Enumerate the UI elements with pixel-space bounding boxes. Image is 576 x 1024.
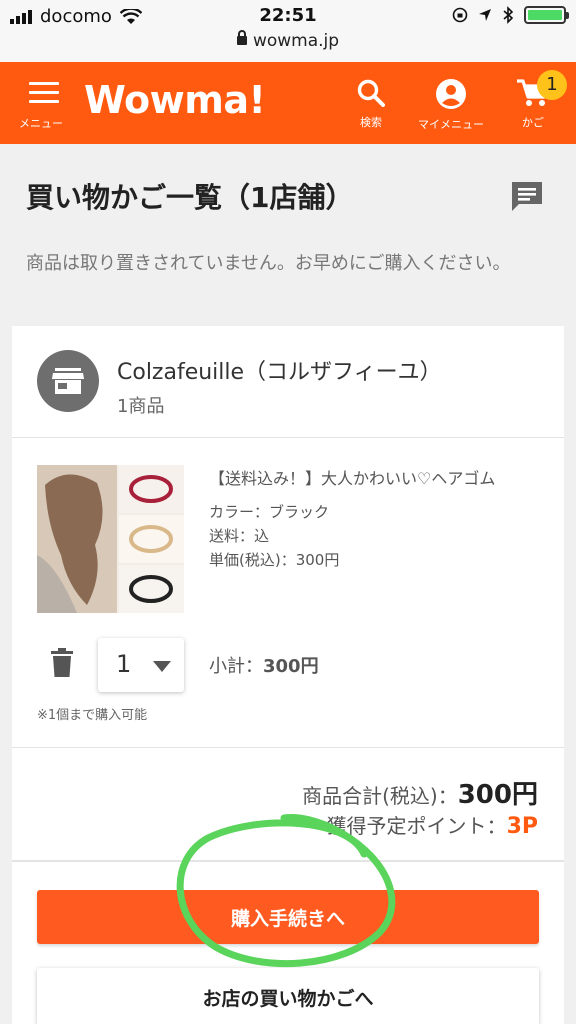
- total-label: 商品合計(税込)：: [302, 784, 458, 808]
- lock-icon: [236, 30, 247, 45]
- points-label: 獲得予定ポイント：: [326, 814, 507, 838]
- search-label: 検索: [360, 116, 382, 129]
- quantity-value: 1: [116, 650, 132, 678]
- item-subtotal: 小計：300円: [209, 652, 319, 678]
- product-color: カラー：ブラック: [209, 503, 330, 521]
- shop-name[interactable]: Colzafeuille（コルザフィーユ）: [117, 354, 442, 386]
- chat-icon[interactable]: [510, 180, 544, 212]
- cart-count-badge: 1: [537, 70, 567, 100]
- page-title: 買い物かご一覧（1店舗）: [26, 181, 354, 214]
- shop-cart-button[interactable]: お店の買い物かごへ: [37, 968, 539, 1024]
- status-icons: [452, 6, 569, 24]
- location-icon: [479, 9, 491, 21]
- hamburger-icon: [29, 82, 59, 104]
- quantity-select[interactable]: 1: [98, 638, 184, 692]
- trash-icon[interactable]: [50, 648, 74, 678]
- subtotal-label: 小計：: [209, 656, 263, 677]
- order-totals: 商品合計(税込)：300円 獲得予定ポイント：3P: [12, 748, 564, 862]
- mymenu-label: マイメニュー: [418, 118, 484, 131]
- search-button[interactable]: 検索: [350, 78, 392, 130]
- shop-item-count: 1商品: [117, 396, 165, 417]
- search-icon: [357, 79, 385, 107]
- checkout-button[interactable]: 購入手続きへ: [37, 890, 539, 944]
- shop-header[interactable]: Colzafeuille（コルザフィーユ） 1商品: [12, 326, 564, 438]
- reward-points: 獲得予定ポイント：3P: [327, 810, 538, 839]
- mymenu-button[interactable]: マイメニュー: [413, 78, 489, 132]
- product-details: カラー：ブラック 送料：込 単価(税込)：300円: [209, 500, 339, 572]
- purchase-limit-note: ※1個まで購入可能: [37, 708, 148, 723]
- site-header: メニュー Wowma! 検索 マイメニュー かご: [0, 62, 576, 144]
- product-title[interactable]: 【送料込み！】大人かわいい♡ヘアゴム: [209, 465, 495, 489]
- reservation-notice: 商品は取り置きされていません。お早めにご購入ください。: [26, 253, 511, 274]
- status-bar: docomo 22:51 wowma.jp: [0, 0, 576, 62]
- shop-cart-card: Colzafeuille（コルザフィーユ） 1商品 【送料込み！】大人かわいい♡…: [12, 326, 564, 1024]
- total-price: 商品合計(税込)：300円: [302, 774, 538, 811]
- cart-item: 【送料込み！】大人かわいい♡ヘアゴム カラー：ブラック 送料：込 単価(税込)：…: [12, 438, 564, 748]
- rotation-lock-icon: [452, 7, 468, 23]
- product-image[interactable]: [37, 465, 184, 613]
- store-icon: [52, 368, 84, 394]
- site-logo[interactable]: Wowma!: [84, 78, 266, 122]
- menu-button[interactable]: メニュー: [19, 82, 66, 131]
- points-value: 3P: [506, 814, 538, 839]
- account-icon: [436, 79, 466, 109]
- product-unit-price: 単価(税込)：300円: [209, 551, 340, 569]
- menu-label: メニュー: [19, 117, 63, 130]
- cart-label: かご: [522, 116, 544, 129]
- bluetooth-icon: [503, 6, 514, 24]
- battery-icon: [524, 6, 569, 24]
- subtotal-value: 300円: [263, 656, 319, 677]
- url-text: wowma.jp: [252, 31, 340, 51]
- address-bar[interactable]: wowma.jp: [0, 30, 576, 51]
- total-value: 300円: [457, 780, 538, 810]
- shop-avatar: [37, 350, 99, 412]
- battery-fill: [528, 10, 562, 20]
- product-shipping: 送料：込: [209, 527, 270, 545]
- chevron-down-icon: [153, 661, 171, 672]
